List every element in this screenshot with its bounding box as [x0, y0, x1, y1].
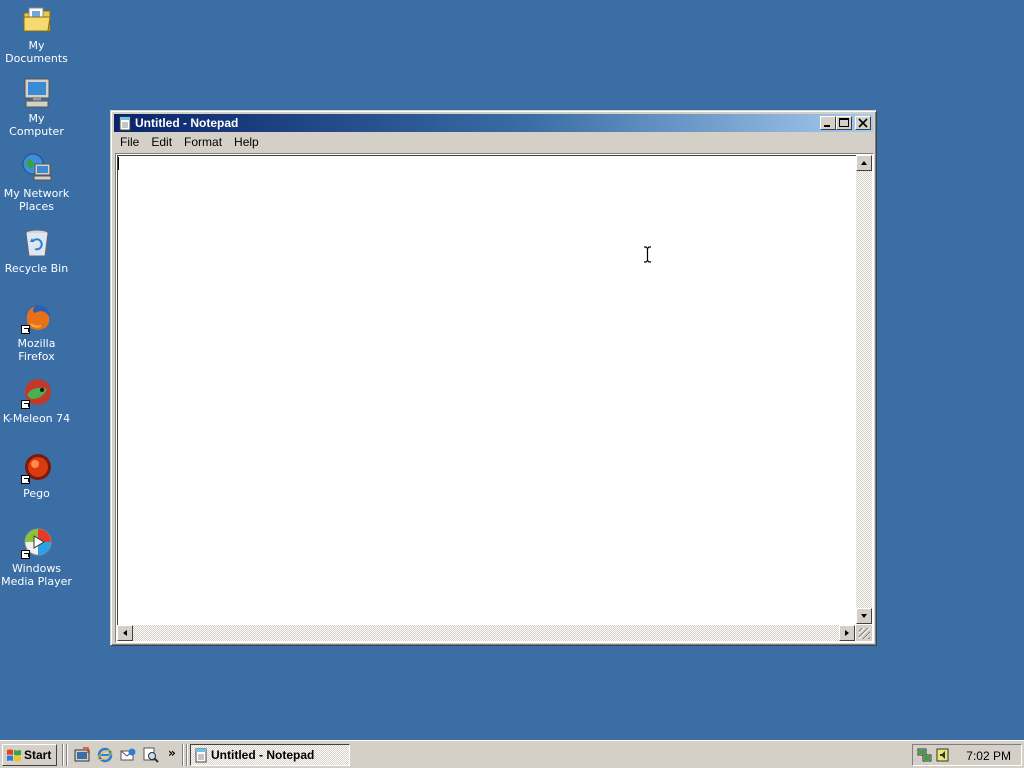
- internet-explorer-icon[interactable]: [97, 747, 113, 763]
- text-editor[interactable]: [115, 153, 874, 643]
- window-titlebar[interactable]: Untitled - Notepad: [114, 114, 873, 132]
- windows-logo-icon: [7, 749, 21, 762]
- desktop-icon-label: K-Meleon 74: [2, 412, 71, 425]
- scroll-right-button[interactable]: [839, 625, 855, 641]
- minimize-icon: [824, 125, 830, 127]
- arrow-right-icon: [845, 630, 849, 636]
- quick-launch-overflow-button[interactable]: »: [168, 746, 176, 760]
- menu-bar: File Edit Format Help: [114, 133, 873, 152]
- text-editor-content[interactable]: [117, 155, 872, 641]
- maximize-icon: [839, 118, 849, 127]
- menu-format[interactable]: Format: [178, 133, 228, 151]
- menu-edit[interactable]: Edit: [145, 133, 178, 151]
- desktop-icon-label: My Network Places: [3, 187, 70, 213]
- recycle-bin-icon: [21, 227, 53, 259]
- desktop-icon-my-network-places[interactable]: My Network Places: [0, 152, 73, 213]
- network-places-icon: [21, 152, 53, 184]
- task-button-notepad[interactable]: Untitled - Notepad: [190, 744, 350, 766]
- taskbar-separator: [62, 744, 64, 766]
- horizontal-scrollbar[interactable]: [117, 625, 855, 641]
- size-grip[interactable]: [856, 625, 872, 641]
- taskbar-separator: [186, 744, 188, 766]
- desktop-icon-label: Mozilla Firefox: [17, 337, 56, 363]
- task-button-label: Untitled - Notepad: [211, 748, 315, 762]
- desktop-icon-label: Windows Media Player: [1, 562, 72, 588]
- desktop-icon-label: My Computer: [9, 112, 64, 138]
- taskbar-separator: [182, 744, 184, 766]
- scroll-up-button[interactable]: [856, 155, 872, 171]
- start-label: Start: [24, 748, 52, 762]
- taskbar: Start » Untitled - Notepad 7:02 PM: [0, 740, 1024, 768]
- vertical-scrollbar[interactable]: [856, 155, 872, 624]
- firefox-icon: [20, 302, 53, 334]
- maximize-button[interactable]: [836, 116, 852, 130]
- minimize-button[interactable]: [820, 116, 836, 130]
- close-button[interactable]: [855, 116, 871, 130]
- notepad-window: Untitled - Notepad File Edit Format Help: [110, 110, 877, 646]
- desktop-icon-k-meleon[interactable]: K-Meleon 74: [0, 377, 73, 425]
- volume-icon[interactable]: [935, 747, 951, 766]
- taskbar-separator: [66, 744, 68, 766]
- shortcut-arrow-icon: [20, 400, 30, 409]
- show-desktop-icon[interactable]: [74, 747, 90, 763]
- arrow-down-icon: [861, 614, 867, 618]
- desktop-icon-label: Recycle Bin: [4, 262, 69, 275]
- my-computer-icon: [21, 77, 53, 109]
- k-meleon-icon: [20, 377, 53, 409]
- menu-file[interactable]: File: [114, 133, 145, 151]
- search-icon[interactable]: [143, 747, 159, 763]
- text-caret: [118, 157, 119, 170]
- scroll-left-button[interactable]: [117, 625, 133, 641]
- window-title: Untitled - Notepad: [135, 116, 239, 130]
- system-tray: 7:02 PM: [912, 744, 1022, 766]
- notepad-icon: [195, 748, 207, 763]
- text-cursor-icon: [644, 246, 651, 263]
- pego-icon: [20, 452, 53, 484]
- desktop-icon-recycle-bin[interactable]: Recycle Bin: [0, 227, 73, 275]
- media-player-icon: [20, 527, 53, 559]
- start-button[interactable]: Start: [2, 744, 57, 766]
- desktop-icon-mozilla-firefox[interactable]: Mozilla Firefox: [0, 302, 73, 363]
- notepad-icon[interactable]: [117, 115, 133, 131]
- arrow-left-icon: [123, 630, 127, 636]
- menu-help[interactable]: Help: [228, 133, 265, 151]
- close-icon: [858, 118, 868, 128]
- network-icon[interactable]: [917, 747, 933, 766]
- my-documents-folder-icon: [21, 4, 53, 36]
- desktop-icon-label: My Documents: [5, 39, 68, 65]
- outlook-express-icon[interactable]: [120, 747, 136, 763]
- desktop-icon-my-documents[interactable]: My Documents: [0, 4, 73, 65]
- desktop-icon-label: Pego: [23, 487, 50, 500]
- scroll-down-button[interactable]: [856, 608, 872, 624]
- shortcut-arrow-icon: [20, 475, 30, 484]
- clock[interactable]: 7:02 PM: [966, 749, 1011, 763]
- arrow-up-icon: [861, 161, 867, 165]
- shortcut-arrow-icon: [20, 550, 30, 559]
- desktop-icon-pego[interactable]: Pego: [0, 452, 73, 500]
- desktop-icon-my-computer[interactable]: My Computer: [0, 77, 73, 138]
- desktop-icon-windows-media-player[interactable]: Windows Media Player: [0, 527, 73, 588]
- shortcut-arrow-icon: [20, 325, 30, 334]
